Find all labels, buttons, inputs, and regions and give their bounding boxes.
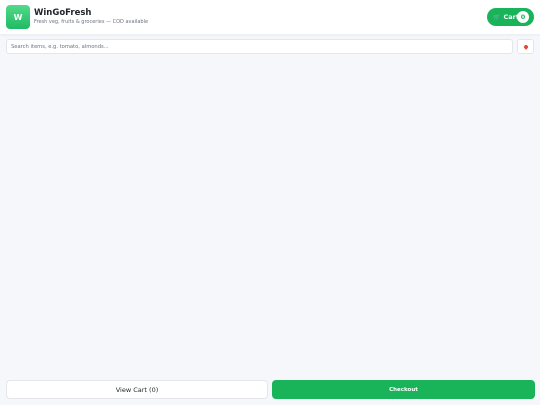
checkout-button[interactable]: Checkout <box>272 380 535 399</box>
brand-logo: W <box>6 5 30 29</box>
location-button[interactable] <box>517 39 534 54</box>
app-root: W WinGoFresh Fresh veg, fruits & groceri… <box>0 0 540 405</box>
app-subtitle: Fresh veg, fruits & groceries — COD avai… <box>34 19 149 25</box>
cart-button[interactable]: 🛒 Cart 0 <box>487 8 534 26</box>
cart-count-badge: 0 <box>517 11 529 23</box>
cart-icon: 🛒 <box>493 13 501 21</box>
search-input[interactable] <box>6 39 513 54</box>
location-pin-icon <box>522 43 529 50</box>
brand-block: WinGoFresh Fresh veg, fruits & groceries… <box>34 8 148 26</box>
view-cart-button[interactable]: View Cart (0) <box>6 380 268 399</box>
top-header: W WinGoFresh Fresh veg, fruits & groceri… <box>0 0 540 35</box>
app-title: WinGoFresh <box>34 8 92 18</box>
